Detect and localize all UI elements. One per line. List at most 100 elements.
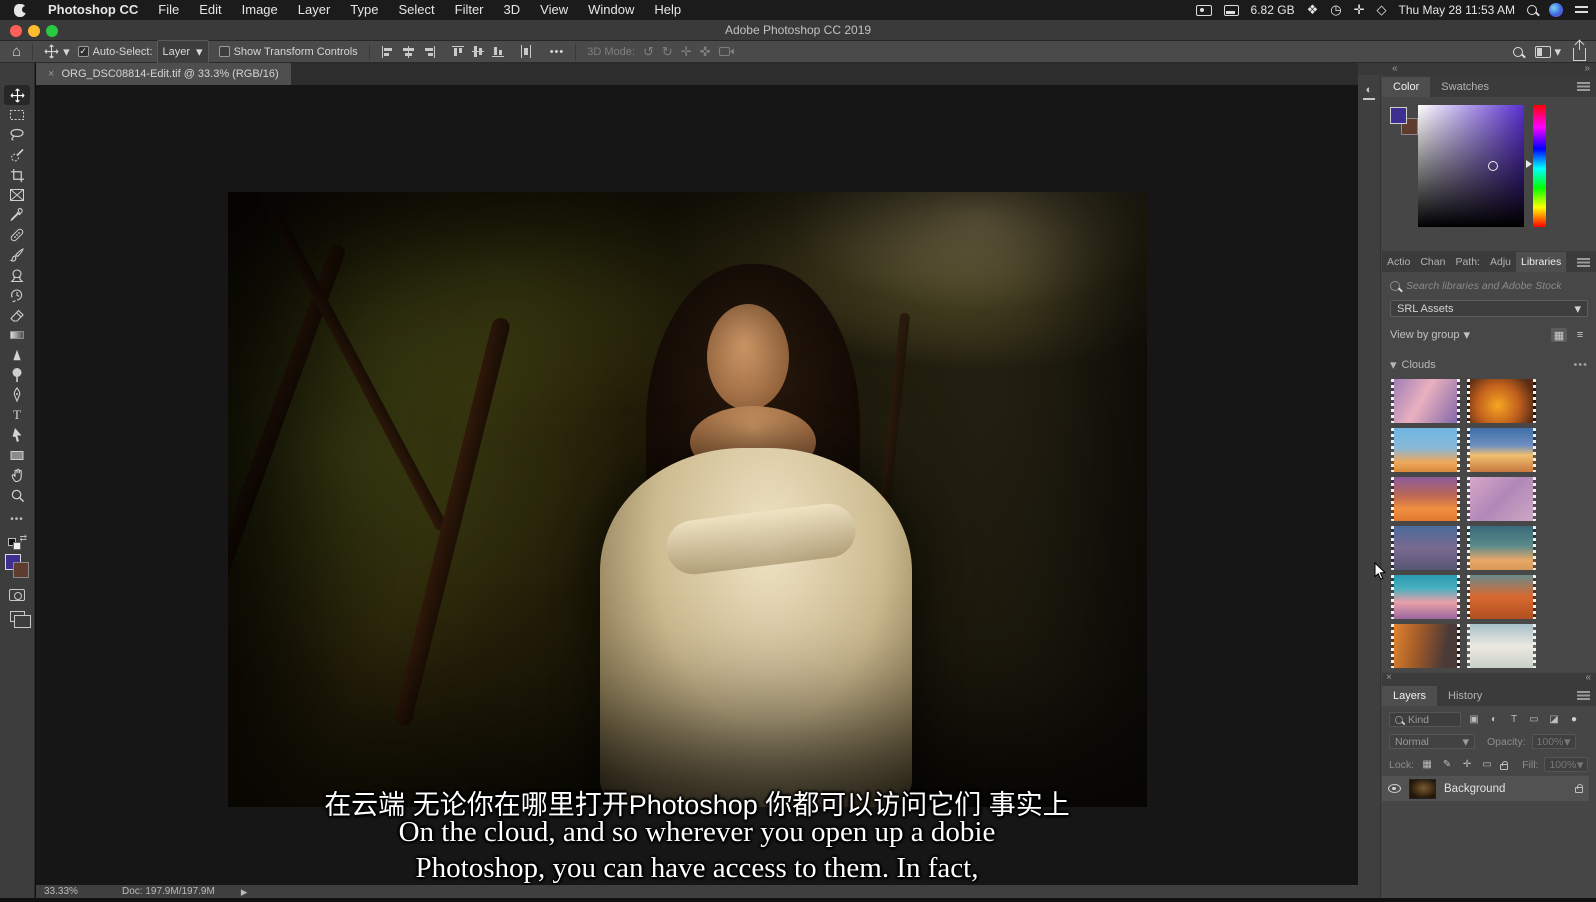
accessibility-icon[interactable]: ✛: [1354, 0, 1365, 20]
screen-record-icon[interactable]: [1196, 5, 1212, 16]
filter-smart-object-icon[interactable]: ◪: [1547, 714, 1561, 725]
spot-healing-brush-tool[interactable]: [4, 225, 30, 245]
tab-channels[interactable]: Chan: [1415, 252, 1450, 272]
eyedropper-tool[interactable]: [4, 205, 30, 225]
menu-app[interactable]: Photoshop CC: [38, 0, 148, 20]
more-options-icon[interactable]: •••: [546, 46, 569, 58]
sharpen-tool[interactable]: [4, 345, 30, 365]
zoom-level-field[interactable]: 33.33%: [44, 886, 96, 897]
menu-3d[interactable]: 3D: [494, 0, 531, 20]
collapse-panels-icon[interactable]: «: [1392, 63, 1398, 74]
filter-adjustment-layers-icon[interactable]: ◐: [1487, 714, 1501, 725]
move-tool[interactable]: [4, 85, 30, 105]
asset-thumbnail[interactable]: [1467, 428, 1536, 472]
expand-panels-icon[interactable]: »: [1584, 63, 1590, 74]
menu-view[interactable]: View: [530, 0, 578, 20]
display-icon[interactable]: [1224, 5, 1239, 16]
align-top-button[interactable]: [448, 45, 468, 58]
lock-pixels-icon[interactable]: ✎: [1440, 759, 1454, 770]
menu-layer[interactable]: Layer: [288, 0, 341, 20]
menu-help[interactable]: Help: [644, 0, 691, 20]
quick-selection-tool[interactable]: [4, 145, 30, 165]
libraries-search-input[interactable]: Search libraries and Adobe Stock: [1390, 280, 1588, 292]
wifi-icon[interactable]: ◇: [1376, 0, 1386, 20]
crop-tool[interactable]: [4, 165, 30, 185]
edit-toolbar-icon[interactable]: •••: [4, 509, 30, 529]
auto-select-target-dropdown[interactable]: Layer ▾: [157, 40, 209, 64]
lock-position-icon[interactable]: ✛: [1460, 759, 1474, 770]
asset-thumbnail[interactable]: [1467, 624, 1536, 668]
library-collection-dropdown[interactable]: SRL Assets ▾: [1390, 300, 1588, 317]
3d-orbit-icon[interactable]: ↺: [639, 42, 658, 62]
layer-thumbnail[interactable]: [1409, 779, 1436, 799]
align-right-button[interactable]: [419, 46, 440, 58]
layer-row-background[interactable]: Background: [1382, 776, 1589, 801]
clone-stamp-tool[interactable]: [4, 265, 30, 285]
align-h-center-button[interactable]: [398, 46, 419, 58]
menu-clock[interactable]: Thu May 28 11:53 AM: [1398, 3, 1515, 17]
workspace-switcher[interactable]: ▾: [1535, 42, 1561, 62]
3d-slide-icon[interactable]: ✜: [696, 42, 715, 62]
color-picker-ring[interactable]: [1488, 161, 1498, 171]
zoom-tool[interactable]: [4, 485, 30, 505]
panel-menu-icon[interactable]: [1577, 82, 1590, 91]
history-brush-tool[interactable]: [4, 285, 30, 305]
filter-kind-dropdown[interactable]: Kind: [1389, 712, 1461, 727]
asset-thumbnail[interactable]: [1467, 575, 1536, 619]
clouds-group-header[interactable]: ▾ Clouds •••: [1390, 355, 1588, 375]
search-icon[interactable]: [1513, 47, 1523, 57]
tab-actions[interactable]: Actio: [1382, 252, 1415, 272]
blend-mode-dropdown[interactable]: Normal ▾: [1389, 734, 1475, 749]
foreground-background-swatches[interactable]: [4, 553, 30, 579]
opacity-field[interactable]: 100% ▾: [1532, 734, 1576, 749]
view-by-group-dropdown[interactable]: View by group: [1390, 329, 1460, 341]
filter-shape-layers-icon[interactable]: ▭: [1527, 714, 1541, 725]
menu-select[interactable]: Select: [388, 0, 444, 20]
quick-mask-button[interactable]: [9, 589, 25, 601]
home-icon[interactable]: ⌂: [8, 42, 25, 62]
auto-select-checkbox[interactable]: ✓ Auto-Select:: [74, 46, 157, 58]
rectangle-tool[interactable]: [4, 445, 30, 465]
tab-history[interactable]: History: [1437, 686, 1493, 706]
share-icon[interactable]: [1573, 48, 1586, 61]
status-chevron-icon[interactable]: ▸: [241, 882, 248, 902]
dropbox-icon[interactable]: ❖: [1307, 0, 1319, 20]
rectangular-marquee-tool[interactable]: [4, 105, 30, 125]
document-tab[interactable]: × ORG_DSC08814-Edit.tif @ 33.3% (RGB/16): [36, 63, 291, 85]
gradient-tool[interactable]: [4, 325, 30, 345]
lock-all-icon[interactable]: [1500, 764, 1508, 770]
notification-center-icon[interactable]: [1575, 5, 1588, 15]
menu-filter[interactable]: Filter: [445, 0, 494, 20]
3d-pan-icon[interactable]: ✛: [677, 42, 696, 62]
hue-slider-marker[interactable]: [1526, 160, 1532, 168]
default-colors-icon[interactable]: ⇄: [8, 535, 26, 549]
asset-thumbnail[interactable]: [1391, 575, 1460, 619]
chevron-down-icon[interactable]: ▾: [1464, 325, 1471, 345]
dodge-tool[interactable]: [4, 365, 30, 385]
type-tool[interactable]: T: [4, 405, 30, 425]
eraser-tool[interactable]: [4, 305, 30, 325]
asset-thumbnail[interactable]: [1467, 477, 1536, 521]
apple-menu-icon[interactable]: [14, 4, 26, 17]
grid-view-icon[interactable]: ▦: [1551, 328, 1567, 342]
move-tool-preset[interactable]: ▾: [40, 42, 74, 62]
foreground-color-chip[interactable]: [1390, 107, 1407, 124]
group-menu-icon[interactable]: •••: [1573, 359, 1588, 371]
hand-tool[interactable]: [4, 465, 30, 485]
asset-thumbnail[interactable]: [1467, 526, 1536, 570]
filter-toggle-icon[interactable]: ●: [1567, 714, 1581, 725]
tab-layers[interactable]: Layers: [1382, 686, 1437, 706]
tab-swatches[interactable]: Swatches: [1430, 77, 1500, 97]
background-color-swatch[interactable]: [13, 562, 29, 578]
hue-slider[interactable]: [1533, 105, 1546, 227]
asset-thumbnail[interactable]: [1391, 526, 1460, 570]
screen-mode-button[interactable]: [10, 611, 25, 622]
close-panel-icon[interactable]: ×: [1386, 672, 1392, 683]
3d-camera-icon[interactable]: [715, 46, 739, 57]
asset-thumbnail[interactable]: [1391, 428, 1460, 472]
menu-edit[interactable]: Edit: [189, 0, 231, 20]
list-view-icon[interactable]: ≡: [1572, 328, 1588, 342]
layer-visibility-eye-icon[interactable]: [1388, 784, 1401, 793]
filter-pixel-layers-icon[interactable]: ▣: [1467, 714, 1481, 725]
show-transform-checkbox[interactable]: Show Transform Controls: [215, 46, 362, 58]
